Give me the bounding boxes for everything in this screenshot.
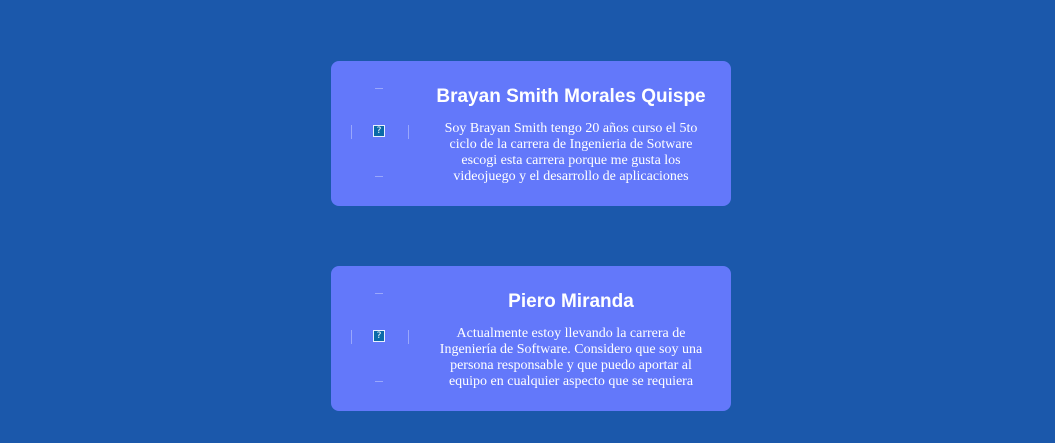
profile-name: Brayan Smith Morales Quispe: [436, 86, 706, 107]
profile-bio-line: videojuego y el desarrollo de aplicacion…: [453, 169, 689, 184]
profile-card: ? Piero Miranda Actualmente estoy llevan…: [331, 266, 731, 411]
profile-name: Piero Miranda: [508, 291, 634, 312]
broken-image-icon: ?: [373, 330, 385, 342]
profile-bio: Actualmente estoy llevando la carrera de…: [431, 326, 711, 390]
broken-image-icon: ?: [373, 125, 385, 137]
profile-bio-line: ciclo de la carrera de Ingenieria de Sot…: [449, 137, 693, 152]
profile-bio: Soy Brayan Smith tengo 20 años curso el …: [431, 121, 711, 185]
avatar-frame-right: [408, 125, 409, 139]
avatar: ?: [351, 293, 409, 382]
profile-bio-line: equipo en cualquier aspecto que se requi…: [448, 374, 694, 389]
profile-bio-line: persona responsable y que puedo aportar …: [450, 358, 692, 373]
avatar: ?: [351, 88, 409, 177]
avatar-frame-top: [375, 88, 383, 89]
profile-bio-line: Soy Brayan Smith tengo 20 años curso el …: [444, 121, 698, 136]
avatar-frame-top: [375, 293, 383, 294]
avatar-frame-right: [408, 330, 409, 344]
avatar-frame-bottom: [375, 381, 383, 382]
profile-bio-line: escogi esta carrera porque me gusta los: [461, 153, 681, 168]
avatar-frame-left: [351, 125, 352, 139]
avatar-frame-bottom: [375, 176, 383, 177]
profile-bio-line: Actualmente estoy llevando la carrera de: [456, 326, 686, 341]
avatar-frame-left: [351, 330, 352, 344]
profile-bio-line: Ingeniería de Software. Considero que so…: [439, 342, 703, 357]
page: ? Brayan Smith Morales Quispe Soy Brayan…: [0, 0, 1055, 443]
profile-card: ? Brayan Smith Morales Quispe Soy Brayan…: [331, 61, 731, 206]
